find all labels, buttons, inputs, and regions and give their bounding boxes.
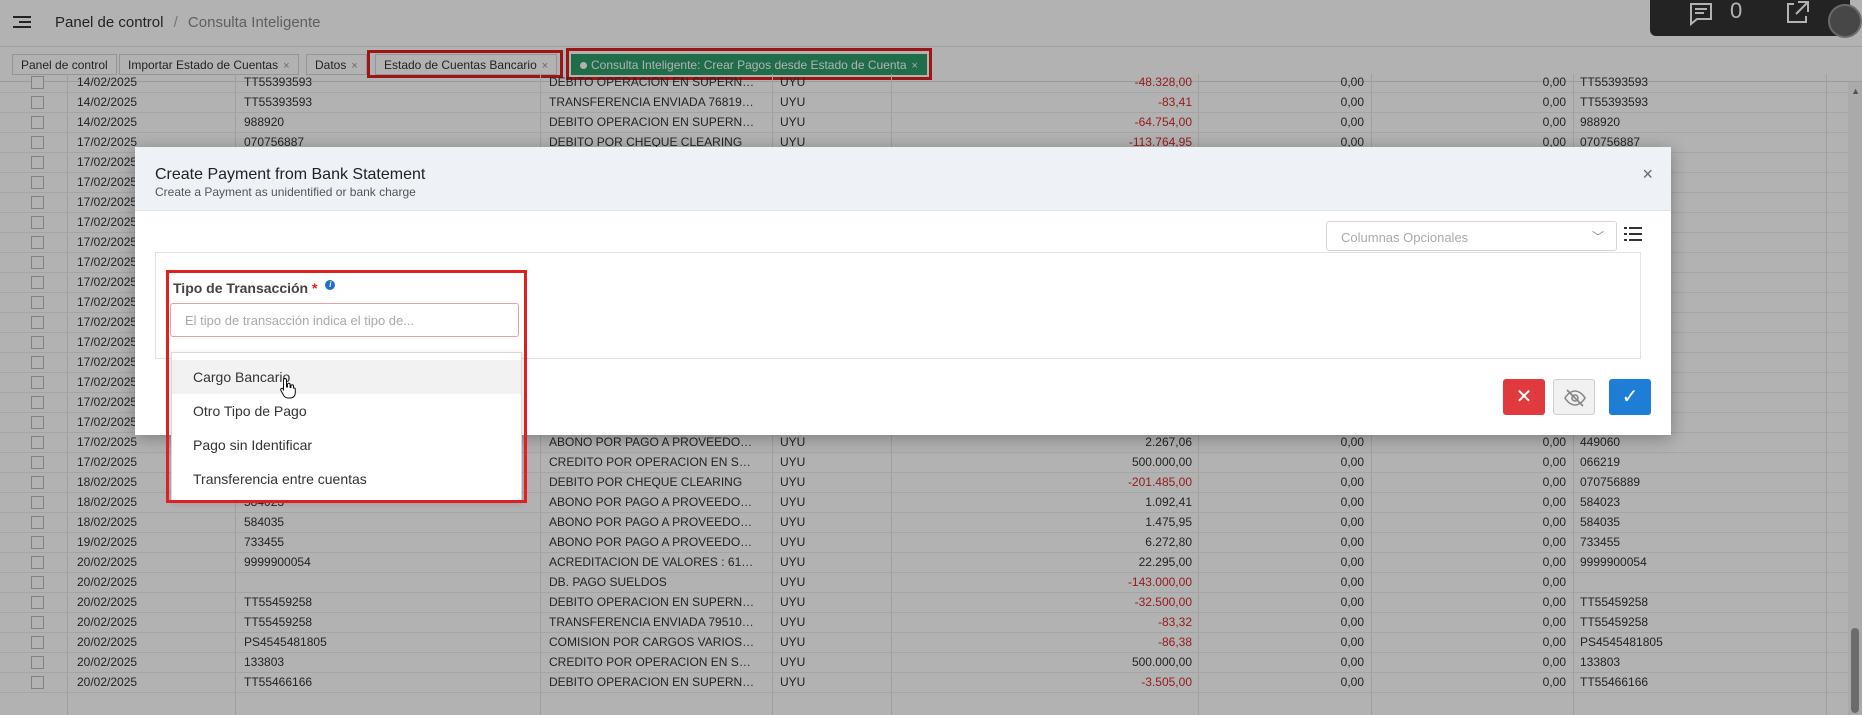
modal-subtitle: Create a Payment as unidentified or bank… <box>155 185 416 199</box>
close-icon: ✕ <box>1515 386 1533 408</box>
tipo-transaccion-label: Tipo de Transacción * i <box>173 280 336 296</box>
tipo-transaccion-input[interactable] <box>170 303 519 337</box>
dropdown-option-pago-sin-identificar[interactable]: Pago sin Identificar <box>172 428 521 462</box>
optional-columns-select[interactable]: Columnas Opcionales ﹀ <box>1326 221 1617 251</box>
field-label-text: Tipo de Transacción <box>173 280 309 296</box>
dropdown-option-otro-tipo-de-pago[interactable]: Otro Tipo de Pago <box>172 394 521 428</box>
close-icon[interactable]: × <box>1642 164 1653 185</box>
dropdown-option-cargo-bancario[interactable]: Cargo Bancario <box>172 360 521 394</box>
required-mark: * <box>312 280 318 296</box>
modal-header: Create Payment from Bank Statement Creat… <box>135 147 1671 211</box>
list-view-icon[interactable] <box>1624 225 1642 243</box>
transaction-type-dropdown: Cargo Bancario Otro Tipo de Pago Pago si… <box>171 352 522 501</box>
dropdown-arrow <box>206 345 220 352</box>
optional-columns-placeholder: Columnas Opcionales <box>1341 230 1469 245</box>
hand-cursor-icon <box>280 377 296 399</box>
cancel-button[interactable]: ✕ <box>1503 379 1545 415</box>
modal-title: Create Payment from Bank Statement <box>155 166 426 183</box>
chevron-down-icon: ﹀ <box>1591 230 1604 244</box>
check-icon: ✓ <box>1621 386 1639 408</box>
info-icon[interactable]: i <box>325 280 336 290</box>
dropdown-option-transferencia[interactable]: Transferencia entre cuentas <box>172 462 521 496</box>
toggle-visibility-button[interactable] <box>1553 379 1595 415</box>
eye-off-icon <box>1564 389 1586 407</box>
ok-button[interactable]: ✓ <box>1609 379 1651 415</box>
